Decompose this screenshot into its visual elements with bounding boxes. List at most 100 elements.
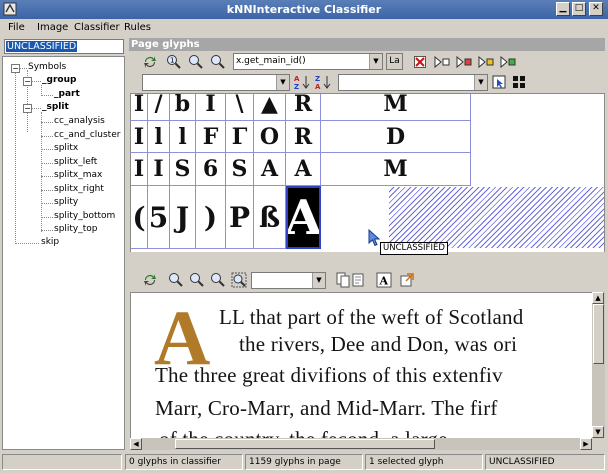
tree-item-part[interactable]: _part — [54, 89, 80, 99]
glyph-cell[interactable]: ( — [131, 186, 148, 249]
scroll-left-icon[interactable]: ◀ — [130, 438, 142, 450]
sort-descending-icon[interactable]: ZA — [313, 73, 333, 91]
tree-item-cc-analysis[interactable]: cc_analysis — [54, 116, 105, 126]
glyph-cell[interactable]: O — [254, 121, 286, 153]
tree-item-splitx-max[interactable]: splitx_max — [54, 170, 102, 180]
label-button[interactable]: La — [386, 53, 403, 70]
select-icon[interactable] — [489, 73, 509, 91]
glyph-cell[interactable]: I — [196, 94, 226, 121]
chevron-down-icon[interactable]: ▼ — [276, 75, 289, 90]
tree-item-cc-and-cluster[interactable]: cc_and_cluster — [54, 130, 120, 140]
glyph-cell[interactable]: A — [286, 153, 321, 186]
glyph-cell[interactable]: ) — [196, 186, 226, 249]
zoom-out-icon[interactable] — [208, 271, 228, 289]
glyph-cell[interactable]: I — [131, 153, 148, 186]
tree-item-splitx-right[interactable]: splitx_right — [54, 184, 104, 194]
glyph-cell[interactable]: S — [170, 153, 196, 186]
zoom-normal-icon[interactable]: 1 — [164, 53, 184, 71]
play-green-icon[interactable] — [498, 53, 518, 71]
glyph-cell[interactable]: I — [131, 94, 148, 121]
refresh-icon[interactable] — [140, 271, 160, 289]
page-vertical-scrollbar[interactable]: ▲ ▼ — [592, 292, 605, 438]
glyph-cell[interactable]: A — [254, 153, 286, 186]
scroll-down-icon[interactable]: ▼ — [592, 426, 604, 438]
page-horizontal-scrollbar[interactable]: ◀ ▶ — [130, 438, 592, 450]
expand-group-icon[interactable]: − — [23, 77, 32, 86]
glyph-cell[interactable]: R — [286, 121, 321, 153]
glyph-cell[interactable]: R — [286, 94, 321, 121]
menu-classifier[interactable]: Classifier — [74, 22, 120, 33]
grid-icon[interactable] — [509, 73, 529, 91]
tree-item-skip[interactable]: skip — [41, 237, 59, 247]
refresh-icon[interactable] — [140, 53, 160, 71]
class-name-input[interactable]: UNCLASSIFIED — [4, 39, 124, 54]
glyph-cell[interactable]: S — [226, 153, 254, 186]
glyph-cell[interactable]: \ — [226, 94, 254, 121]
vertical-splitter[interactable] — [125, 37, 129, 451]
chevron-down-icon[interactable]: ▼ — [312, 273, 325, 288]
tree-item-splity-bottom[interactable]: splity_bottom — [54, 211, 115, 221]
glyph-cell[interactable]: l — [148, 121, 170, 153]
maximize-icon[interactable]: □ — [572, 2, 586, 16]
close-icon[interactable]: ✕ — [589, 2, 603, 16]
glyph-cell[interactable]: / — [148, 94, 170, 121]
zoom-in-icon[interactable] — [187, 271, 207, 289]
selected-glyph[interactable]: A — [286, 186, 321, 249]
tree-item-splitx[interactable]: splitx — [54, 143, 78, 153]
menu-file[interactable]: File — [8, 22, 25, 33]
expand-symbols-icon[interactable]: − — [11, 64, 20, 73]
zoom-combo[interactable]: ▼ — [251, 272, 326, 289]
glyph-cell[interactable]: J — [170, 186, 196, 249]
menu-image[interactable]: Image — [37, 22, 68, 33]
glyph-cell[interactable]: 5 — [148, 186, 170, 249]
glyph-cell[interactable]: Γ — [226, 121, 254, 153]
scroll-thumb[interactable] — [175, 439, 435, 449]
play-red-icon[interactable] — [454, 53, 474, 71]
scroll-right-icon[interactable]: ▶ — [580, 438, 592, 450]
status-selected-class: UNCLASSIFIED — [485, 454, 605, 470]
glyph-cell[interactable]: b — [170, 94, 196, 121]
zoom-out-icon[interactable] — [208, 53, 228, 71]
expand-split-icon[interactable]: − — [23, 104, 32, 113]
glyph-cell[interactable]: P — [226, 186, 254, 249]
page-image-view[interactable]: A LL that part of the weft of Scotland t… — [130, 292, 592, 438]
tree-item-split[interactable]: _split — [42, 102, 69, 112]
zoom-in-icon[interactable] — [186, 53, 206, 71]
chevron-down-icon[interactable]: ▼ — [369, 54, 382, 69]
zoom-fit-icon[interactable] — [229, 271, 249, 289]
glyph-cell[interactable]: I — [148, 153, 170, 186]
chevron-down-icon[interactable]: ▼ — [474, 75, 487, 90]
menu-rules[interactable]: Rules — [124, 22, 151, 33]
scroll-thumb[interactable] — [593, 304, 604, 364]
glyph-cell[interactable]: M — [321, 94, 471, 121]
glyph-cell[interactable]: M — [321, 153, 471, 186]
export-icon[interactable] — [397, 271, 417, 289]
pages-icon[interactable] — [349, 271, 369, 289]
glyph-cell[interactable]: ▲ — [254, 94, 286, 121]
tree-item-splitx-left[interactable]: splitx_left — [54, 157, 97, 167]
tree-item-splity[interactable]: splity — [54, 197, 78, 207]
id-function-combo[interactable]: x.get_main_id() ▼ — [233, 53, 383, 70]
glyph-cell[interactable]: F — [196, 121, 226, 153]
tree-item-symbols[interactable]: Symbols — [28, 62, 66, 72]
sort-combo[interactable]: ▼ — [142, 74, 290, 91]
play-yellow-icon[interactable] — [476, 53, 496, 71]
glyph-cell[interactable]: 6 — [196, 153, 226, 186]
symbol-tree[interactable]: − Symbols − _group _part − _split skip c… — [2, 56, 125, 450]
play-icon[interactable] — [432, 53, 452, 71]
scroll-up-icon[interactable]: ▲ — [592, 292, 604, 304]
zoom-normal-icon[interactable] — [166, 271, 186, 289]
minimize-icon[interactable]: ▁ — [556, 2, 570, 16]
id-function-value: x.get_main_id() — [236, 56, 306, 66]
tree-item-group[interactable]: _group — [42, 75, 76, 85]
delete-icon[interactable] — [410, 53, 430, 71]
glyph-cell[interactable]: D — [321, 121, 471, 153]
tree-item-splity-top[interactable]: splity_top — [54, 224, 98, 234]
sort-ascending-icon[interactable]: AZ — [292, 73, 312, 91]
glyph-cell[interactable]: ß — [254, 186, 286, 249]
text-icon[interactable]: A — [374, 271, 394, 289]
glyph-grid-scrollbar[interactable] — [130, 252, 605, 265]
glyph-cell[interactable]: I — [131, 121, 148, 153]
glyph-cell[interactable]: l — [170, 121, 196, 153]
filter-combo[interactable]: ▼ — [338, 74, 488, 91]
